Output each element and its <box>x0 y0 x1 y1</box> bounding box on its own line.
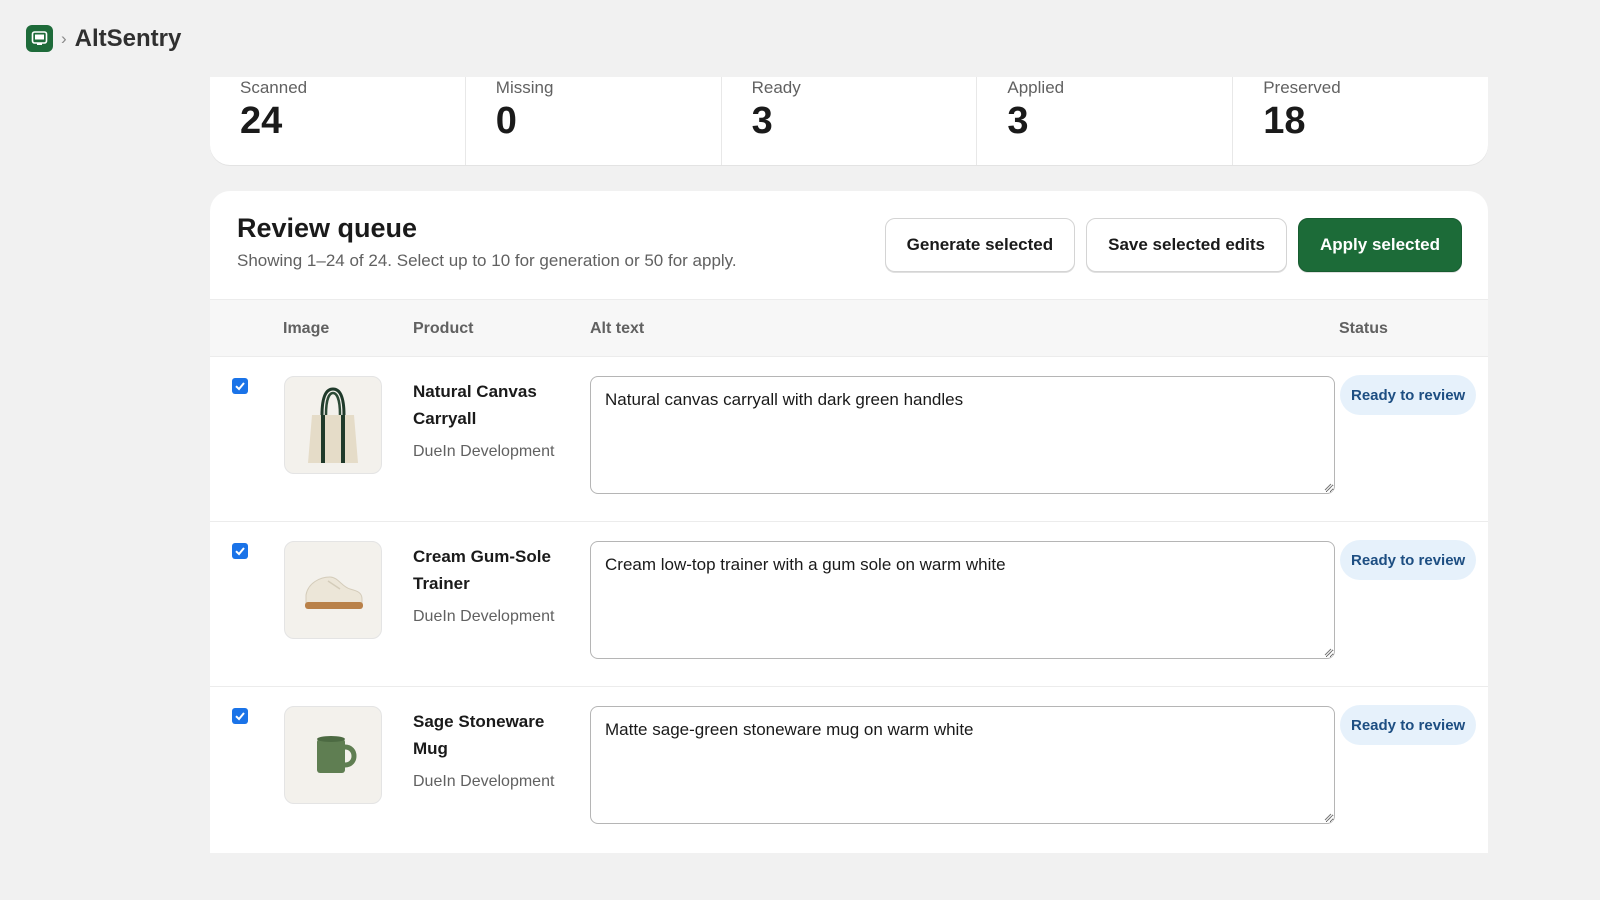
table-row: Sage Stoneware Mug DueIn Development Mat… <box>210 687 1488 852</box>
generate-selected-button[interactable]: Generate selected <box>884 218 1076 272</box>
resize-handle-icon[interactable] <box>1324 483 1332 491</box>
column-header-alt-text: Alt text <box>590 320 645 337</box>
review-queue-title: Review queue <box>237 213 418 243</box>
stat-label: Preserved <box>1263 78 1341 97</box>
status-badge: Ready to review <box>1340 375 1477 415</box>
table-row: Cream Gum-Sole Trainer DueIn Development… <box>210 522 1488 687</box>
table-header: Image Product Alt text Status <box>210 299 1488 357</box>
app-title[interactable]: AltSentry <box>75 25 182 53</box>
resize-handle-icon[interactable] <box>1324 648 1332 656</box>
stat-value: 18 <box>1263 100 1306 142</box>
row-checkbox[interactable] <box>232 708 248 724</box>
product-thumbnail[interactable] <box>284 376 382 474</box>
row-checkbox[interactable] <box>232 378 248 394</box>
stat-value: 24 <box>240 100 283 142</box>
stat-scanned: Scanned 24 <box>210 77 466 165</box>
alt-text-input[interactable]: Cream low-top trainer with a gum sole on… <box>590 541 1335 659</box>
check-icon <box>235 712 245 721</box>
stat-label: Applied <box>1007 78 1065 97</box>
product-name[interactable]: Sage Stoneware Mug <box>413 708 573 762</box>
top-bar: › AltSentry <box>0 0 1600 77</box>
app-logo-icon[interactable] <box>26 25 53 52</box>
stat-preserved: Preserved 18 <box>1233 77 1488 165</box>
review-queue-header: Review queue Showing 1–24 of 24. Select … <box>210 191 1488 299</box>
stats-summary: Scanned 24 Missing 0 Ready 3 Applied 3 P… <box>210 77 1488 165</box>
product-thumbnail[interactable] <box>284 706 382 804</box>
product-name[interactable]: Cream Gum-Sole Trainer <box>413 543 573 597</box>
status-badge: Ready to review <box>1340 540 1477 580</box>
review-queue-subtitle: Showing 1–24 of 24. Select up to 10 for … <box>237 251 737 270</box>
alt-text-input[interactable]: Matte sage-green stoneware mug on warm w… <box>590 706 1335 824</box>
stat-label: Ready <box>751 78 801 97</box>
stat-value: 3 <box>751 100 773 142</box>
product-thumbnail[interactable] <box>284 541 382 639</box>
column-header-status: Status <box>1339 320 1388 337</box>
resize-handle-icon[interactable] <box>1324 813 1332 821</box>
review-queue-card: Review queue Showing 1–24 of 24. Select … <box>210 191 1488 853</box>
mug-icon <box>317 736 357 773</box>
check-icon <box>235 382 245 391</box>
row-checkbox[interactable] <box>232 543 248 559</box>
product-name[interactable]: Natural Canvas Carryall <box>413 378 573 432</box>
column-header-product: Product <box>413 320 474 337</box>
stat-ready: Ready 3 <box>722 77 978 165</box>
apply-selected-button[interactable]: Apply selected <box>1298 218 1462 272</box>
save-selected-edits-button[interactable]: Save selected edits <box>1086 218 1287 272</box>
stat-value: 0 <box>495 100 517 142</box>
column-header-image: Image <box>283 320 330 337</box>
check-icon <box>235 547 245 556</box>
status-badge: Ready to review <box>1340 705 1477 745</box>
tote-bag-icon <box>308 387 358 463</box>
table-row: Natural Canvas Carryall DueIn Developmen… <box>210 357 1488 522</box>
stat-label: Missing <box>495 78 554 97</box>
stat-missing: Missing 0 <box>466 77 722 165</box>
stat-applied: Applied 3 <box>977 77 1234 165</box>
product-vendor: DueIn Development <box>413 608 555 625</box>
product-vendor: DueIn Development <box>413 443 555 460</box>
chevron-right-icon: › <box>61 28 67 48</box>
product-vendor: DueIn Development <box>413 773 555 790</box>
sneaker-icon <box>305 576 363 609</box>
stat-value: 3 <box>1007 100 1029 142</box>
stat-label: Scanned <box>240 78 308 97</box>
alt-text-input[interactable]: Natural canvas carryall with dark green … <box>590 376 1335 494</box>
bulk-actions: Generate selected Save selected edits Ap… <box>884 218 1462 272</box>
